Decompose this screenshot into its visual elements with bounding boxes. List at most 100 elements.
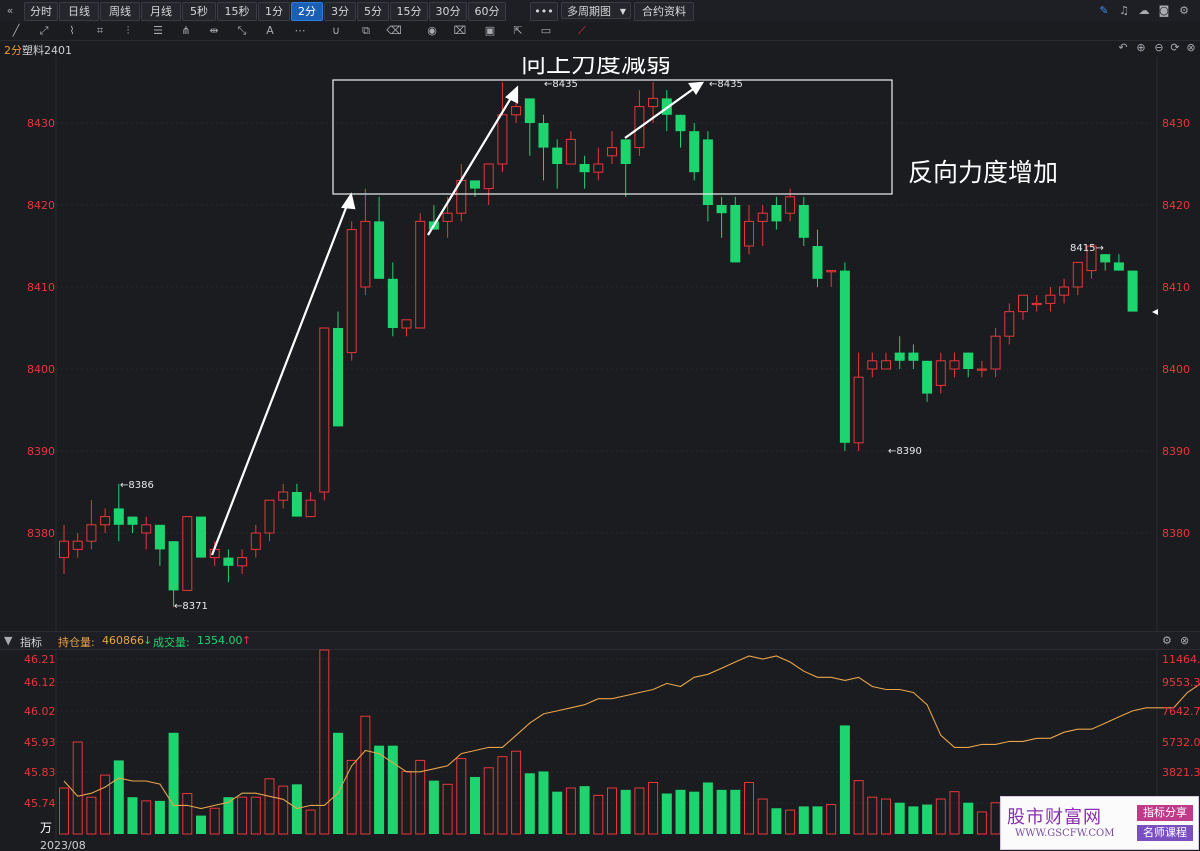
candle	[579, 155, 590, 189]
gann-fan-icon[interactable]: ☰	[150, 23, 166, 39]
price-tick-left-0: 8430	[27, 117, 55, 130]
watermark-url: WWW.GSCFW.COM	[1015, 828, 1115, 839]
low-label-arrow-8371: ←	[174, 601, 182, 612]
candle-body	[127, 516, 138, 525]
candle-body	[333, 328, 343, 427]
reset-icon[interactable]: ⟳	[1168, 41, 1182, 55]
candle-body	[196, 516, 206, 558]
candle	[894, 336, 905, 369]
layers-icon[interactable]: ⧉	[358, 23, 374, 39]
period-button-12[interactable]: 60分	[468, 2, 506, 21]
volume-bar	[935, 798, 946, 835]
candle	[990, 328, 1001, 378]
eraser-icon[interactable]: ⌫	[386, 23, 402, 39]
text-tool-icon[interactable]: A	[262, 23, 278, 39]
volume-bar	[278, 785, 289, 835]
period-button-2[interactable]: 周线	[100, 2, 140, 21]
comment-icon[interactable]: ▭	[538, 23, 554, 39]
volume-bar	[744, 781, 754, 835]
price-tick-right-4: 8390	[1162, 445, 1190, 458]
watermark: 股市财富网 WWW.GSCFW.COM 指标分享 名师课程	[1000, 796, 1199, 850]
fib-icon[interactable]: ⫶	[120, 23, 136, 39]
minus-circle-icon[interactable]: ⊖	[1152, 41, 1166, 55]
candle	[826, 270, 837, 287]
multi-period-dropdown[interactable]: 多周期图 ▼	[561, 2, 631, 19]
candle	[278, 483, 289, 509]
cloud-icon[interactable]: ☁	[1136, 3, 1152, 19]
volume-bar	[634, 787, 645, 835]
candle-body	[168, 541, 179, 591]
indicator-label[interactable]: 指标	[20, 634, 42, 650]
period-button-7[interactable]: 2分	[291, 2, 323, 21]
period-button-0[interactable]: 分时	[24, 2, 58, 21]
candle	[607, 131, 617, 164]
period-button-10[interactable]: 15分	[390, 2, 428, 21]
settings-icon[interactable]: ⚙	[1176, 3, 1192, 19]
volume-bar	[552, 791, 563, 834]
ruler-icon[interactable]: ⟋	[574, 23, 590, 39]
double-chevron-left-icon[interactable]: «	[2, 3, 18, 19]
candle-body	[785, 196, 796, 214]
period-button-1[interactable]: 日线	[59, 2, 99, 21]
candle	[196, 516, 206, 558]
more-button[interactable]: •••	[530, 2, 558, 21]
peak-label-arrow-a: ←	[544, 79, 552, 90]
period-button-9[interactable]: 5分	[357, 2, 389, 21]
candle	[1113, 254, 1124, 271]
candle	[333, 311, 343, 427]
undo-icon[interactable]: ↶	[1116, 41, 1130, 55]
line-tool-icon[interactable]: ╱	[8, 23, 24, 39]
collapse-icon[interactable]: ▼	[4, 634, 12, 647]
period-button-3[interactable]: 月线	[141, 2, 181, 21]
bell-icon[interactable]: ♫	[1116, 3, 1132, 19]
close-icon[interactable]: ⊗	[1184, 41, 1198, 55]
polyline-icon[interactable]: ⌇	[64, 23, 80, 39]
arrow-head-3	[688, 81, 705, 96]
price-tick-right-2: 8410	[1162, 281, 1190, 294]
volume-bar	[963, 802, 974, 834]
volume-bar	[264, 778, 275, 835]
camera-icon[interactable]: ◙	[1156, 3, 1172, 19]
candle	[59, 524, 69, 574]
contract-info-button[interactable]: 合约资料	[634, 2, 694, 21]
candle-body	[524, 98, 535, 123]
volume-bar	[565, 787, 576, 835]
candlestick-chart[interactable]: 8430 8420 8410 8400 8390 8380 8430 8420 8410 840…	[0, 57, 1200, 631]
close-small-icon[interactable]: ⊗	[1180, 634, 1189, 647]
volume-bar	[949, 791, 960, 835]
oi-tick-left-0: 46.21	[24, 653, 56, 666]
trend-icon[interactable]: ⤡	[234, 23, 250, 39]
period-button-5[interactable]: 15秒	[217, 2, 257, 21]
more-tools-icon[interactable]: ⋯	[292, 23, 308, 39]
export-icon[interactable]: ⇱	[510, 23, 526, 39]
eye-icon[interactable]: ◉	[424, 23, 440, 39]
parallel-lines-icon[interactable]: ⌗	[92, 23, 108, 39]
watermark-title: 股市财富网	[1007, 807, 1102, 828]
settings-small-icon[interactable]: ⚙	[1162, 634, 1172, 647]
ray-tool-icon[interactable]: ⤢	[36, 23, 52, 39]
candle-body	[154, 524, 165, 550]
candle	[250, 524, 261, 558]
period-button-8[interactable]: 3分	[324, 2, 356, 21]
plus-circle-icon[interactable]: ⊕	[1134, 41, 1148, 55]
pen-icon[interactable]: ✎	[1096, 3, 1112, 19]
period-button-6[interactable]: 1分	[258, 2, 290, 21]
period-button-11[interactable]: 30分	[429, 2, 467, 21]
lock-icon[interactable]: ▣	[482, 23, 498, 39]
candle-body	[1100, 254, 1111, 263]
candle-body	[689, 131, 700, 173]
period-button-4[interactable]: 5秒	[182, 2, 216, 21]
peak-label-arrow-b: ←	[709, 79, 717, 90]
candle	[456, 164, 467, 222]
range-icon[interactable]: ⇹	[206, 23, 222, 39]
delete-icon[interactable]: ⌧	[452, 23, 468, 39]
pitchfork-icon[interactable]: ⋔	[178, 23, 194, 39]
candle-body	[387, 278, 398, 328]
candle	[976, 360, 987, 378]
low-label-arrow-8390: ←	[888, 446, 896, 457]
volume-bar	[826, 804, 837, 835]
volume-bar	[990, 802, 1001, 835]
magnet-icon[interactable]: ∪	[328, 23, 344, 39]
volume-bar	[470, 776, 480, 834]
candle	[565, 131, 576, 165]
